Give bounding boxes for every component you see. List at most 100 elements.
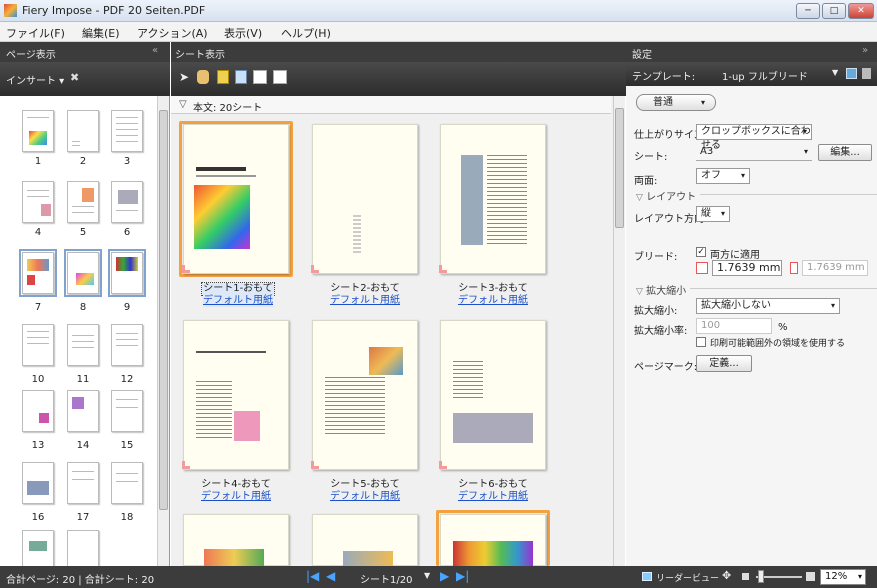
page-thumb-15[interactable] <box>111 390 143 432</box>
sheet-1-label[interactable]: シート1-おもて デフォルト用紙 <box>183 282 293 307</box>
insert-blank-icon[interactable] <box>235 70 247 84</box>
sheet-5[interactable] <box>311 320 418 470</box>
page-thumb-8[interactable] <box>64 249 102 297</box>
sheet-1[interactable] <box>182 124 289 274</box>
sheet-size-combo[interactable]: A3 ▾ <box>696 145 812 161</box>
page-thumb-17[interactable] <box>67 462 99 504</box>
layout-direction-combo[interactable]: 縦 ▾ <box>696 206 730 222</box>
bleed-both-checkbox[interactable]: ✓ <box>696 247 706 257</box>
define-button[interactable]: 定義... <box>696 355 752 372</box>
reader-view-button[interactable]: リーダービュー <box>656 571 719 584</box>
zoom-combo[interactable]: 12% ▾ <box>820 569 866 585</box>
section-header[interactable]: ▽ 本文: 20シート <box>171 96 611 114</box>
page-tool-icon[interactable] <box>273 70 287 84</box>
next-page-icon[interactable]: ▶ <box>440 569 449 583</box>
sheet-9[interactable] <box>440 514 546 567</box>
sheet-5-label[interactable]: シート5-おもて デフォルト用紙 <box>310 479 420 503</box>
mode-dropdown[interactable]: 普通 ▾ <box>636 94 716 111</box>
finish-size-combo[interactable]: クロップボックスに合わせる ▾ <box>696 124 812 151</box>
delete-icon[interactable]: ✖ <box>70 71 79 84</box>
sheet-4[interactable] <box>182 320 289 470</box>
scale-rate-input[interactable]: 100 <box>696 318 772 334</box>
template-arrow-icon[interactable]: ▼ <box>832 68 838 77</box>
sheet-3-label[interactable]: シート3-おもて デフォルト用紙 <box>438 283 548 307</box>
page-thumb-4[interactable] <box>22 181 54 223</box>
minimize-button[interactable]: ─ <box>796 3 820 19</box>
page-thumb-14[interactable] <box>67 390 99 432</box>
page-thumb-6[interactable] <box>111 181 143 223</box>
sheet-7[interactable] <box>183 514 289 567</box>
section-expand-icon[interactable]: ▽ <box>179 99 187 110</box>
scroll-thumb[interactable] <box>159 110 168 510</box>
delete-template-icon[interactable] <box>862 68 871 79</box>
scroll-thumb[interactable] <box>615 108 624 228</box>
page-thumb-9[interactable] <box>108 249 146 297</box>
fit-icon[interactable]: ✥ <box>722 569 731 582</box>
sheet-grid-scrollbar[interactable] <box>613 96 625 566</box>
paper-link[interactable]: デフォルト用紙 <box>203 295 273 307</box>
hand-tool-icon[interactable] <box>197 70 209 84</box>
page-view-title: ページ表示 <box>6 50 56 61</box>
expand-right-icon[interactable]: » <box>862 45 868 56</box>
sheet-6-label[interactable]: シート6-おもて デフォルト用紙 <box>438 479 548 503</box>
menu-file[interactable]: ファイル(F) <box>6 25 65 41</box>
page-thumb-16[interactable] <box>22 462 54 504</box>
menu-help[interactable]: ヘルプ(H) <box>281 25 331 41</box>
previous-page-icon[interactable]: ◀ <box>326 569 335 583</box>
menu-view[interactable]: 表示(V) <box>224 25 262 41</box>
paper-link[interactable]: デフォルト用紙 <box>438 295 548 307</box>
page-number: 9 <box>123 302 131 313</box>
page-list-scrollbar[interactable] <box>157 96 169 566</box>
page-thumb-3[interactable] <box>111 110 143 152</box>
sheet-8[interactable] <box>312 514 418 567</box>
close-button[interactable]: ✕ <box>848 3 874 19</box>
settings-panel: 普通 ▾ 仕上がりサイズ: クロップボックスに合わせる ▾ シート: A3 ▾ 編集.… <box>626 86 877 566</box>
bleed-horizontal-input[interactable]: 1.7639 mm <box>712 260 782 276</box>
sheet-2-label[interactable]: シート2-おもて デフォルト用紙 <box>310 283 420 307</box>
template-dropdown[interactable]: 1-up フルブリード <box>722 68 808 83</box>
sheet-4-label[interactable]: シート4-おもて デフォルト用紙 <box>181 479 291 503</box>
menu-edit[interactable]: 編集(E) <box>82 25 120 41</box>
sheet-name: シート1-おもて <box>201 282 275 296</box>
page-thumb-5[interactable] <box>67 181 99 223</box>
insert-dropdown[interactable]: インサート ▾ <box>6 72 64 87</box>
save-template-icon[interactable] <box>846 68 857 79</box>
zoom-out-icon[interactable] <box>742 573 749 580</box>
bleed-vertical-input[interactable]: 1.7639 mm <box>802 260 868 276</box>
page-thumb-11[interactable] <box>67 324 99 366</box>
zoom-in-icon[interactable] <box>806 572 815 581</box>
sheet-3[interactable] <box>439 124 546 274</box>
reader-view-icon[interactable] <box>642 572 652 581</box>
page-thumb-13[interactable] <box>22 390 54 432</box>
zoom-slider-handle[interactable] <box>758 570 764 583</box>
page-thumb-1[interactable] <box>22 110 54 152</box>
collapse-left-icon[interactable]: « <box>152 45 158 56</box>
page-thumb-12[interactable] <box>111 324 143 366</box>
last-page-icon[interactable]: ▶| <box>456 569 469 583</box>
edit-button[interactable]: 編集... <box>818 144 872 161</box>
paper-link[interactable]: デフォルト用紙 <box>181 491 291 503</box>
page-thumb-2[interactable] <box>67 110 99 152</box>
page-thumb-18[interactable] <box>111 462 143 504</box>
page-thumb-10[interactable] <box>22 324 54 366</box>
sheet-view-title: シート表示 <box>175 50 225 61</box>
menu-action[interactable]: アクション(A) <box>137 25 208 41</box>
page-number: 10 <box>31 374 45 385</box>
paper-link[interactable]: デフォルト用紙 <box>438 491 548 503</box>
scale-combo[interactable]: 拡大縮小しない ▾ <box>696 298 840 314</box>
maximize-button[interactable]: □ <box>822 3 846 19</box>
use-nonprint-checkbox[interactable] <box>696 337 706 347</box>
page-thumb-7[interactable] <box>19 249 57 297</box>
sheet-tool-icon[interactable] <box>253 70 267 84</box>
paper-link[interactable]: デフォルト用紙 <box>310 295 420 307</box>
scale-group-header[interactable]: ▽ 拡大縮小 <box>636 282 877 297</box>
sheet-2[interactable] <box>311 124 418 274</box>
duplex-combo[interactable]: オフ ▾ <box>696 168 750 184</box>
page-dropdown-icon[interactable]: ▼ <box>424 571 430 580</box>
layout-group-header[interactable]: ▽ レイアウト <box>636 188 877 203</box>
sheet-6[interactable] <box>439 320 546 470</box>
paper-link[interactable]: デフォルト用紙 <box>310 491 420 503</box>
select-arrow-icon[interactable]: ➤ <box>179 70 189 84</box>
trim-tool-icon[interactable] <box>217 70 229 84</box>
first-page-icon[interactable]: |◀ <box>306 569 319 583</box>
